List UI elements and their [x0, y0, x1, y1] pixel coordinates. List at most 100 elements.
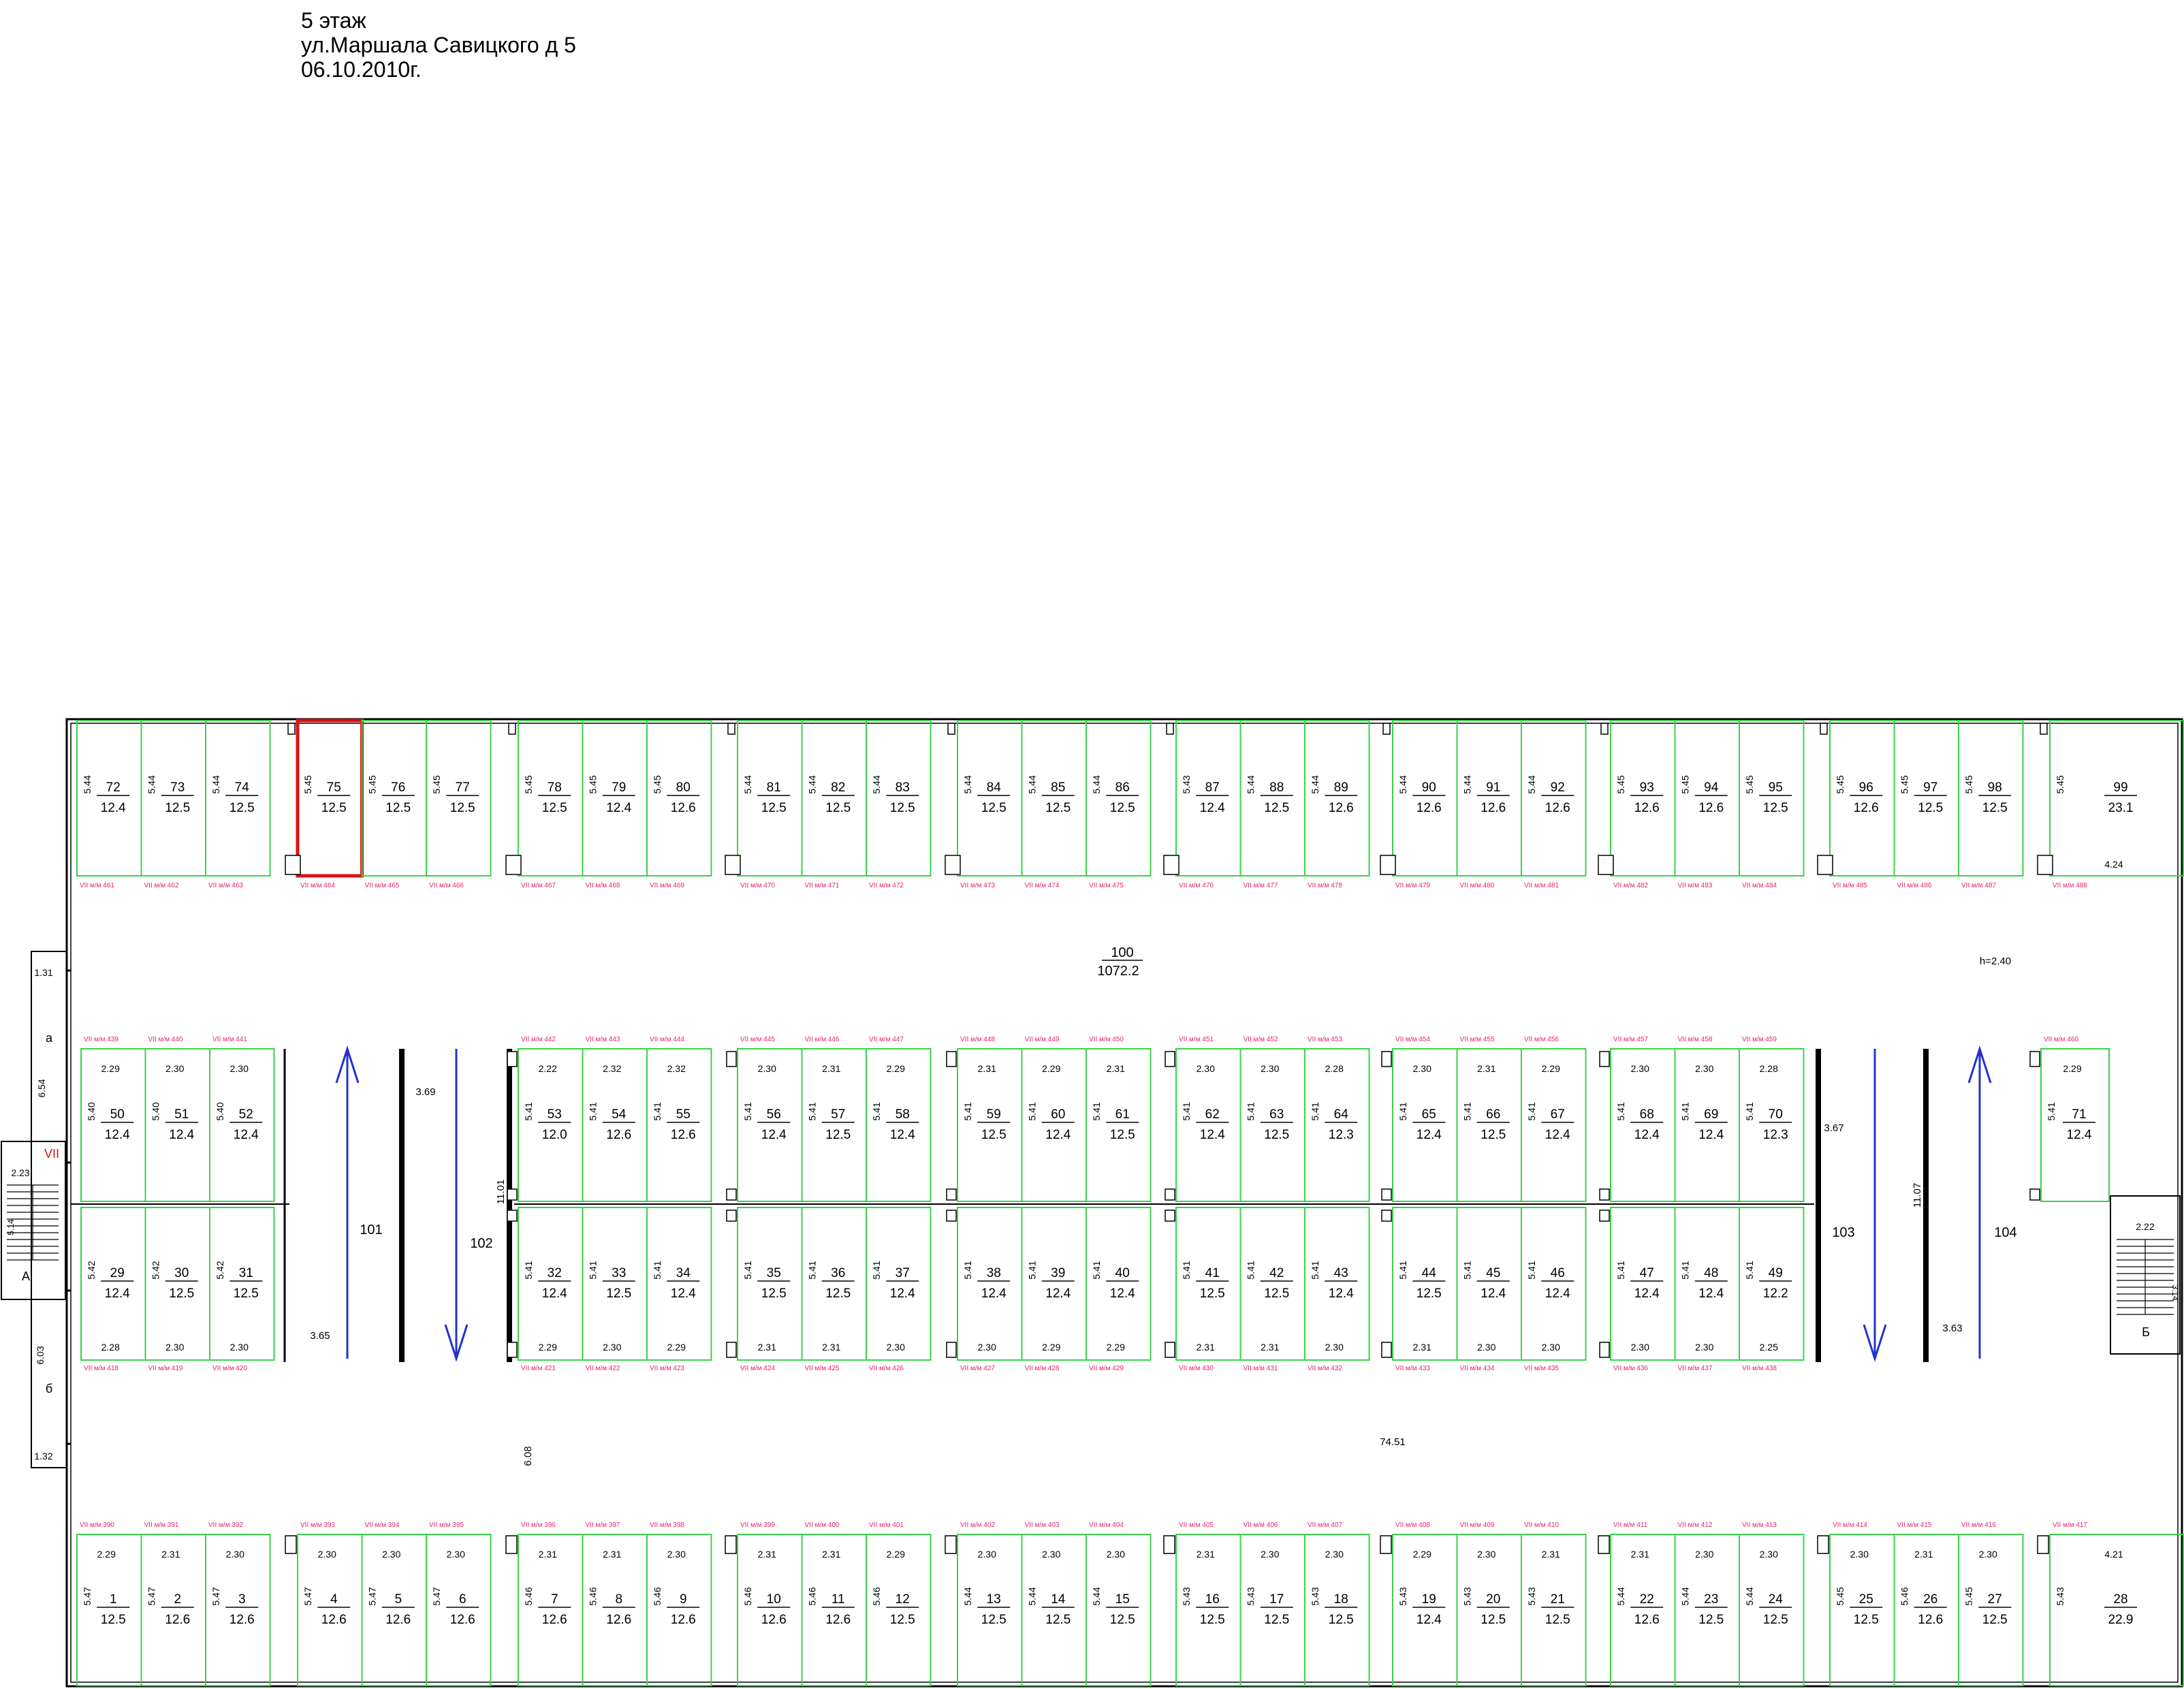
- parking-space[interactable]: 38 12.4 5.41 2.30 VII м/м 427: [957, 1207, 1023, 1372]
- parking-space[interactable]: 58 12.4 5.41 2.29 VII м/м 447: [866, 1036, 932, 1202]
- parking-space[interactable]: 50 12.4 5.40 2.29 VII м/м 439: [80, 1036, 146, 1202]
- parking-space[interactable]: 11 12.6 5.46 2.31 VII м/м 400: [801, 1521, 867, 1686]
- parking-space[interactable]: 96 12.6 5.45 VII м/м 485: [1829, 720, 1895, 889]
- parking-space[interactable]: 44 12.5 5.41 2.31 VII м/м 433: [1392, 1207, 1458, 1372]
- parking-space[interactable]: 76 12.5 5.45 VII м/м 465: [361, 720, 427, 889]
- parking-space[interactable]: 36 12.5 5.41 2.31 VII м/м 425: [801, 1207, 867, 1372]
- parking-space[interactable]: 15 12.5 5.44 2.30 VII м/м 404: [1086, 1521, 1152, 1686]
- parking-space[interactable]: 61 12.5 5.41 2.31 VII м/м 450: [1086, 1036, 1152, 1202]
- parking-space[interactable]: 65 12.4 5.41 2.30 VII м/м 454: [1392, 1036, 1458, 1202]
- parking-space[interactable]: 62 12.4 5.41 2.30 VII м/м 451: [1175, 1036, 1241, 1202]
- parking-space[interactable]: 43 12.4 5.41 2.30 VII м/м 432: [1304, 1207, 1370, 1372]
- parking-space[interactable]: 27 12.5 5.45 2.30 VII м/м 416: [1958, 1521, 2024, 1686]
- parking-space[interactable]: 90 12.6 5.44 VII м/м 479: [1392, 720, 1458, 889]
- parking-space[interactable]: 22 12.6 5.44 2.31 VII м/м 411: [1610, 1521, 1676, 1686]
- parking-space[interactable]: 1 12.5 5.47 2.29 VII м/м 390: [76, 1521, 142, 1686]
- parking-space[interactable]: 87 12.4 5.43 VII м/м 476: [1175, 720, 1241, 889]
- parking-space[interactable]: 53 12.0 5.41 2.22 VII м/м 442: [518, 1036, 584, 1202]
- parking-space[interactable]: 94 12.6 5.45 VII м/м 483: [1674, 720, 1740, 889]
- parking-space[interactable]: 47 12.4 5.41 2.30 VII м/м 436: [1610, 1207, 1676, 1372]
- parking-space[interactable]: 55 12.6 5.41 2.32 VII м/м 444: [646, 1036, 712, 1202]
- parking-space[interactable]: 25 12.5 5.45 2.30 VII м/м 414: [1829, 1521, 1895, 1686]
- parking-space[interactable]: 9 12.6 5.46 2.30 VII м/м 398: [646, 1521, 712, 1686]
- parking-space[interactable]: 63 12.5 5.41 2.30 VII м/м 452: [1239, 1036, 1305, 1202]
- parking-space[interactable]: 64 12.3 5.41 2.28 VII м/м 453: [1304, 1036, 1370, 1202]
- parking-space[interactable]: 45 12.4 5.41 2.30 VII м/м 434: [1456, 1207, 1522, 1372]
- parking-space[interactable]: 86 12.5 5.44 VII м/м 475: [1086, 720, 1152, 889]
- parking-space[interactable]: 32 12.4 5.41 2.29 VII м/м 421: [518, 1207, 584, 1372]
- parking-space[interactable]: 21 12.5 5.43 2.31 VII м/м 410: [1521, 1521, 1587, 1686]
- parking-space[interactable]: 46 12.4 5.41 2.30 VII м/м 435: [1521, 1207, 1587, 1372]
- parking-space[interactable]: 71 12.4 5.41 2.29 VII м/м 460: [2040, 1036, 2110, 1202]
- parking-space[interactable]: 57 12.5 5.41 2.31 VII м/м 446: [801, 1036, 867, 1202]
- parking-space[interactable]: 60 12.4 5.41 2.29 VII м/м 449: [1021, 1036, 1087, 1202]
- parking-space[interactable]: 78 12.5 5.45 VII м/м 467: [518, 720, 584, 889]
- parking-space[interactable]: 92 12.6 5.44 VII м/м 481: [1521, 720, 1587, 889]
- parking-space[interactable]: 75 12.5 5.45 VII м/м 464: [296, 719, 364, 889]
- parking-space[interactable]: 79 12.4 5.45 VII м/м 468: [582, 720, 648, 889]
- parking-space[interactable]: 54 12.6 5.41 2.32 VII м/м 443: [582, 1036, 648, 1202]
- space-number: 10: [767, 1592, 781, 1607]
- parking-space[interactable]: 40 12.4 5.41 2.29 VII м/м 429: [1086, 1207, 1152, 1372]
- parking-space[interactable]: 7 12.6 5.46 2.31 VII м/м 396: [518, 1521, 584, 1686]
- parking-space[interactable]: 5 12.6 5.47 2.30 VII м/м 394: [361, 1521, 427, 1686]
- parking-space[interactable]: 99 23.1 5.45 4.24 VII м/м 488: [2049, 720, 2184, 889]
- parking-space[interactable]: 3 12.6 5.47 2.30 VII м/м 392: [205, 1521, 271, 1686]
- parking-space[interactable]: 48 12.4 5.41 2.30 VII м/м 437: [1674, 1207, 1740, 1372]
- parking-space[interactable]: 74 12.5 5.44 VII м/м 463: [205, 720, 271, 889]
- parking-space[interactable]: 91 12.6 5.44 VII м/м 480: [1456, 720, 1522, 889]
- parking-space[interactable]: 98 12.5 5.45 VII м/м 487: [1958, 720, 2024, 889]
- parking-space[interactable]: 16 12.5 5.43 2.31 VII м/м 405: [1175, 1521, 1241, 1686]
- parking-space[interactable]: 73 12.5 5.44 VII м/м 462: [140, 720, 206, 889]
- parking-space[interactable]: 18 12.5 5.43 2.30 VII м/м 407: [1304, 1521, 1370, 1686]
- parking-space[interactable]: 31 12.5 5.42 2.30 VII м/м 420: [209, 1207, 275, 1372]
- parking-space[interactable]: 19 12.4 5.43 2.29 VII м/м 408: [1392, 1521, 1458, 1686]
- parking-space[interactable]: 39 12.4 5.41 2.29 VII м/м 428: [1021, 1207, 1087, 1372]
- parking-space[interactable]: 72 12.4 5.44 VII м/м 461: [76, 720, 142, 889]
- parking-space[interactable]: 81 12.5 5.44 VII м/м 470: [737, 720, 803, 889]
- parking-space[interactable]: 68 12.4 5.41 2.30 VII м/м 457: [1610, 1036, 1676, 1202]
- parking-space[interactable]: 41 12.5 5.41 2.31 VII м/м 430: [1175, 1207, 1241, 1372]
- parking-space[interactable]: 34 12.4 5.41 2.29 VII м/м 423: [646, 1207, 712, 1372]
- parking-space[interactable]: 77 12.5 5.45 VII м/м 466: [426, 720, 492, 889]
- parking-space[interactable]: 12 12.5 5.46 2.29 VII м/м 401: [866, 1521, 932, 1686]
- parking-space[interactable]: 83 12.5 5.44 VII м/м 472: [866, 720, 932, 889]
- parking-space[interactable]: 42 12.5 5.41 2.31 VII м/м 431: [1239, 1207, 1305, 1372]
- parking-space[interactable]: 52 12.4 5.40 2.30 VII м/м 441: [209, 1036, 275, 1202]
- parking-space[interactable]: 95 12.5 5.45 VII м/м 484: [1739, 720, 1805, 889]
- parking-space[interactable]: 93 12.6 5.45 VII м/м 482: [1610, 720, 1676, 889]
- parking-space[interactable]: 66 12.5 5.41 2.31 VII м/м 455: [1456, 1036, 1522, 1202]
- parking-space[interactable]: 37 12.4 5.41 2.30 VII м/м 426: [866, 1207, 932, 1372]
- parking-space[interactable]: 56 12.4 5.41 2.30 VII м/м 445: [737, 1036, 803, 1202]
- parking-space[interactable]: 59 12.5 5.41 2.31 VII м/м 448: [957, 1036, 1023, 1202]
- parking-space[interactable]: 14 12.5 5.44 2.30 VII м/м 403: [1021, 1521, 1087, 1686]
- parking-space[interactable]: 84 12.5 5.44 VII м/м 473: [957, 720, 1023, 889]
- parking-space[interactable]: 97 12.5 5.45 VII м/м 486: [1893, 720, 1959, 889]
- parking-space[interactable]: 88 12.5 5.44 VII м/м 477: [1239, 720, 1305, 889]
- parking-space[interactable]: 30 12.5 5.42 2.30 VII м/м 419: [144, 1207, 210, 1372]
- parking-space[interactable]: 2 12.6 5.47 2.31 VII м/м 391: [140, 1521, 206, 1686]
- parking-space[interactable]: 13 12.5 5.44 2.30 VII м/м 402: [957, 1521, 1023, 1686]
- parking-space[interactable]: 69 12.4 5.41 2.30 VII м/м 458: [1674, 1036, 1740, 1202]
- parking-space[interactable]: 20 12.5 5.43 2.30 VII м/м 409: [1456, 1521, 1522, 1686]
- parking-space[interactable]: 29 12.4 5.42 2.28 VII м/м 418: [80, 1207, 146, 1372]
- parking-space[interactable]: 67 12.4 5.41 2.29 VII м/м 456: [1521, 1036, 1587, 1202]
- parking-space[interactable]: 35 12.5 5.41 2.31 VII м/м 424: [737, 1207, 803, 1372]
- parking-space[interactable]: 82 12.5 5.44 VII м/м 471: [801, 720, 867, 889]
- parking-space[interactable]: 80 12.6 5.45 VII м/м 469: [646, 720, 712, 889]
- parking-space[interactable]: 8 12.6 5.46 2.31 VII м/м 397: [582, 1521, 648, 1686]
- parking-space[interactable]: 6 12.6 5.47 2.30 VII м/м 395: [426, 1521, 492, 1686]
- parking-space[interactable]: 10 12.6 5.46 2.31 VII м/м 399: [737, 1521, 803, 1686]
- parking-space[interactable]: 17 12.5 5.43 2.30 VII м/м 406: [1239, 1521, 1305, 1686]
- parking-space[interactable]: 26 12.6 5.46 2.31 VII м/м 415: [1893, 1521, 1959, 1686]
- parking-space[interactable]: 28 22.9 5.43 4.21 VII м/м 417: [2049, 1521, 2184, 1686]
- parking-space[interactable]: 33 12.5 5.41 2.30 VII м/м 422: [582, 1207, 648, 1372]
- parking-space[interactable]: 23 12.5 5.44 2.30 VII м/м 412: [1674, 1521, 1740, 1686]
- parking-space[interactable]: 70 12.3 5.41 2.28 VII м/м 459: [1739, 1036, 1805, 1202]
- parking-space[interactable]: 49 12.2 5.41 2.25 VII м/м 438: [1739, 1207, 1805, 1372]
- parking-space[interactable]: 89 12.6 5.44 VII м/м 478: [1304, 720, 1370, 889]
- parking-space[interactable]: 85 12.5 5.44 VII м/м 474: [1021, 720, 1087, 889]
- parking-space[interactable]: 24 12.5 5.44 2.30 VII м/м 413: [1739, 1521, 1805, 1686]
- parking-space[interactable]: 4 12.6 5.47 2.30 VII м/м 393: [297, 1521, 363, 1686]
- parking-space[interactable]: 51 12.4 5.40 2.30 VII м/м 440: [144, 1036, 210, 1202]
